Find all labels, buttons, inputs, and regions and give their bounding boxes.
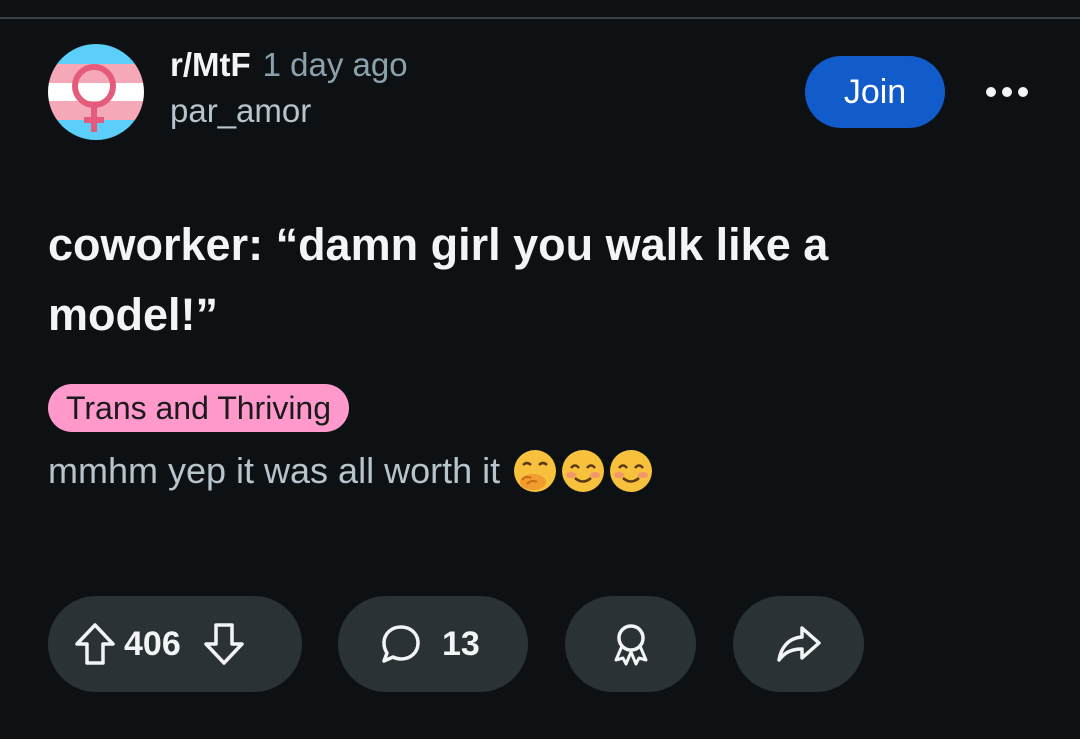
more-options-button[interactable] <box>976 70 1038 114</box>
face-with-hand-over-mouth-icon <box>514 450 557 492</box>
comment-icon-wrap <box>380 623 422 665</box>
vote-count: 406 <box>124 624 181 663</box>
share-arrow-icon <box>776 626 821 662</box>
post-title[interactable]: coworker: “damn girl you walk like a mod… <box>48 210 1008 350</box>
post-body-text: mmhm yep it was all worth it <box>48 450 501 491</box>
comment-bubble-icon <box>382 625 420 663</box>
award-icon <box>614 624 647 666</box>
more-horizontal-icon <box>986 87 1028 97</box>
comment-count: 13 <box>442 624 480 663</box>
author-name[interactable]: par_amor <box>170 92 408 130</box>
upvote-arrow-icon <box>75 623 115 665</box>
top-divider <box>0 17 1080 19</box>
post-page: r/MtF 1 day ago par_amor Join coworker: … <box>0 0 1080 739</box>
post-timestamp: 1 day ago <box>262 46 408 83</box>
join-button[interactable]: Join <box>805 56 945 128</box>
downvote-arrow-icon <box>203 623 244 665</box>
post-meta: r/MtF 1 day ago par_amor <box>170 46 408 130</box>
vote-pill: 406 <box>48 596 302 692</box>
share-button[interactable] <box>733 596 864 692</box>
smiling-face-with-smiling-eyes-icon <box>562 450 605 492</box>
post-meta-row: r/MtF 1 day ago <box>170 46 408 90</box>
post-flair[interactable]: Trans and Thriving <box>48 384 350 432</box>
subreddit-avatar[interactable] <box>48 44 144 140</box>
post-body: mmhm yep it was all worth it <box>48 446 656 496</box>
smiling-face-with-smiling-eyes-icon <box>610 450 653 492</box>
post-header: r/MtF 1 day ago par_amor Join <box>48 44 1038 140</box>
award-button[interactable] <box>565 596 696 692</box>
trans-symbol-icon <box>48 44 144 140</box>
post-body-emojis <box>512 448 656 494</box>
downvote-button[interactable] <box>203 622 245 666</box>
upvote-button[interactable] <box>74 622 116 666</box>
comments-button[interactable]: 13 <box>338 596 528 692</box>
subreddit-name[interactable]: r/MtF <box>170 46 251 84</box>
